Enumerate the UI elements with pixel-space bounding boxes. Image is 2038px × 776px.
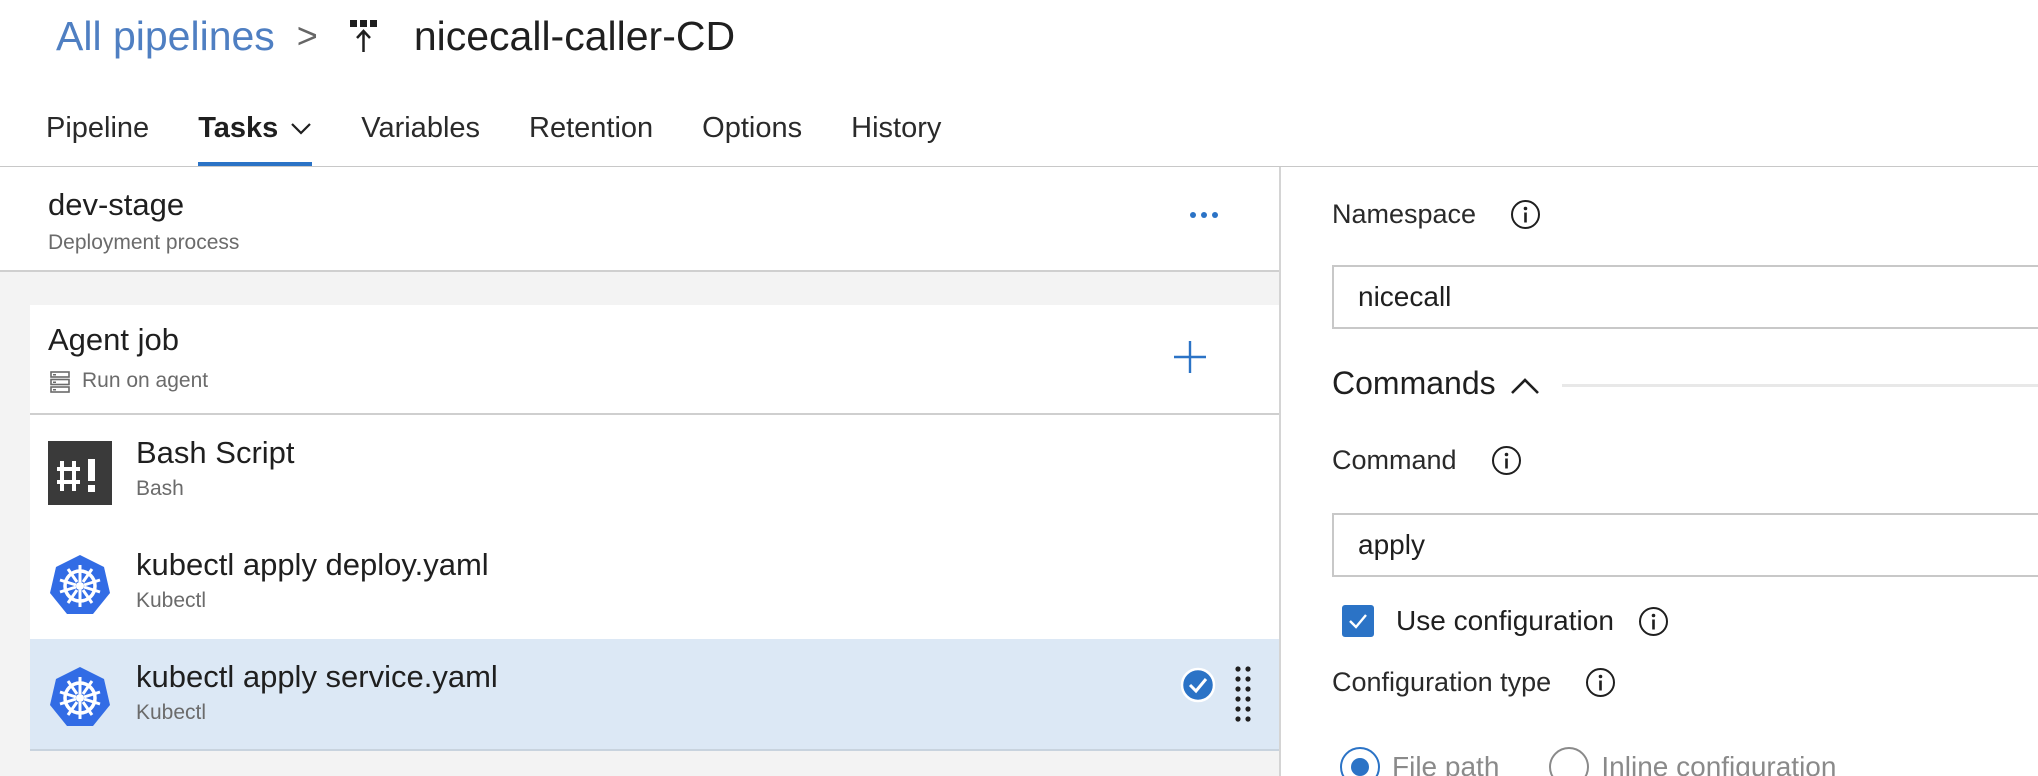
chevron-down-icon [291,123,312,135]
tab-variables-label: Variables [361,112,481,144]
release-pipeline-icon [349,20,377,52]
more-actions-button[interactable] [1190,205,1230,225]
kubernetes-icon [50,667,110,726]
use-configuration-label: Use configuration [1396,605,1614,636]
configuration-type-label: Configuration type [1332,667,1616,698]
configuration-type-options: File path Inline configuration [1340,747,1886,776]
section-divider [1561,383,2038,387]
namespace-input[interactable] [1332,265,2038,329]
tab-options[interactable]: Options [702,100,802,166]
command-input[interactable] [1332,513,2038,577]
process-panel: dev-stage Deployment process Agent job R… [0,167,1281,776]
check-circle-icon [1180,667,1216,703]
tab-options-label: Options [702,112,803,144]
radio-inline-configuration[interactable] [1549,747,1590,776]
task-type: Bash [136,477,184,500]
breadcrumb-separator: > [296,15,318,56]
pipeline-tabs: Pipeline Tasks Variables Retention Optio… [46,100,990,166]
info-icon[interactable] [1585,667,1616,698]
task-name: Bash Script [136,435,295,470]
use-configuration-row: Use configuration [1342,605,1669,637]
task-type: Kubectl [136,701,207,724]
tab-history-label: History [851,112,942,144]
namespace-label-text: Namespace [1332,199,1477,229]
commands-section-header[interactable]: Commands [1332,359,2038,407]
stage-header[interactable]: dev-stage Deployment process [0,167,1279,272]
tab-retention[interactable]: Retention [529,100,653,166]
stage-subtitle: Deployment process [48,231,240,254]
tab-history[interactable]: History [851,100,941,166]
namespace-label: Namespace [1332,199,1541,230]
task-type: Kubectl [136,589,207,612]
task-item-kubectl-service[interactable]: kubectl apply service.yaml Kubectl [30,639,1279,751]
command-label-text: Command [1332,445,1457,475]
commands-section-title: Commands [1332,364,1496,401]
chevron-up-icon[interactable] [1510,377,1540,395]
server-icon [50,371,70,393]
task-settings-panel: Namespace Commands Command Use configura… [1283,167,2038,776]
tab-retention-label: Retention [529,112,654,144]
info-icon[interactable] [1491,445,1522,476]
breadcrumb: All pipelines > nicecall-caller-CD [56,8,735,64]
tab-tasks[interactable]: Tasks [198,100,313,166]
use-configuration-checkbox[interactable] [1342,605,1374,637]
all-pipelines-link[interactable]: All pipelines [56,13,275,60]
kubernetes-icon [50,555,110,614]
task-item-bash-script[interactable]: Bash Script Bash [30,415,1279,527]
configuration-type-label-text: Configuration type [1332,667,1552,697]
agent-job[interactable]: Agent job Run on agent [30,305,1279,415]
drag-handle-icon[interactable] [1234,665,1252,723]
pipeline-title: nicecall-caller-CD [413,12,736,59]
radio-inline-configuration-label[interactable]: Inline configuration [1601,751,1836,776]
task-item-kubectl-deploy[interactable]: kubectl apply deploy.yaml Kubectl [30,527,1279,639]
radio-file-path-label[interactable]: File path [1392,751,1499,776]
bash-icon [48,441,112,505]
agent-job-subtitle: Run on agent [82,369,209,392]
tab-pipeline-label: Pipeline [46,112,150,144]
add-task-button[interactable] [1172,339,1208,375]
radio-file-path[interactable] [1340,747,1380,776]
job-list: Agent job Run on agent Bash Script Bash … [30,305,1279,751]
info-icon[interactable] [1510,199,1541,230]
tab-tasks-label: Tasks [198,112,279,144]
task-name: kubectl apply service.yaml [136,659,498,694]
stage-name: dev-stage [48,187,185,222]
tab-variables[interactable]: Variables [361,100,480,166]
info-icon[interactable] [1638,606,1669,637]
tab-pipeline[interactable]: Pipeline [46,100,149,166]
agent-job-name: Agent job [48,322,179,357]
command-label: Command [1332,445,1522,476]
checkmark-icon [1349,614,1367,629]
task-name: kubectl apply deploy.yaml [136,547,489,582]
